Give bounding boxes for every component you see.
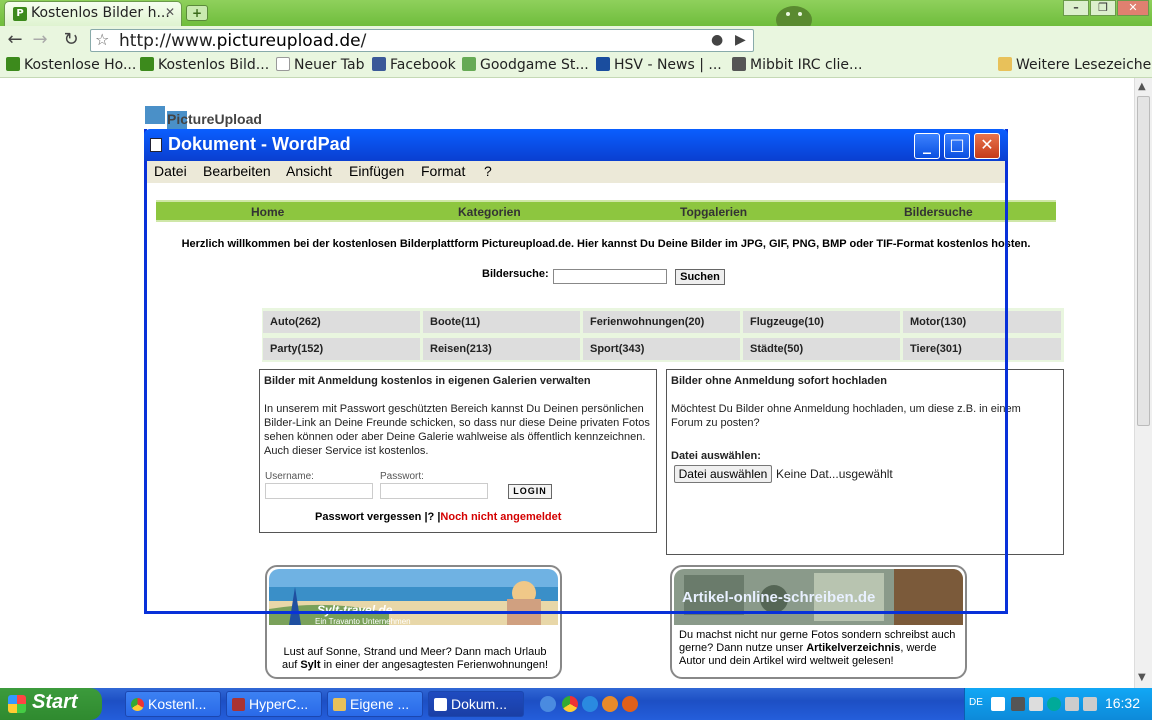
- menu-bearbeiten[interactable]: Bearbeiten: [203, 163, 271, 179]
- sylt-tagline: Ein Travanto Unternehmen: [315, 617, 411, 626]
- facebook-icon: [372, 57, 386, 71]
- taskbar-item-hypercam[interactable]: HyperC...: [226, 691, 322, 717]
- language-indicator[interactable]: DE: [969, 697, 983, 708]
- browser-tab-strip: P Kostenlos Bilder h... ✕ + – ❐ ✕: [0, 0, 1152, 26]
- quicklaunch-firefox-icon[interactable]: [622, 696, 638, 712]
- tab-title: Kostenlos Bilder h...: [31, 5, 170, 21]
- menu-format[interactable]: Format: [421, 163, 465, 179]
- bookmark-item[interactable]: Mibbit IRC clie...: [732, 57, 862, 73]
- menu-help[interactable]: ?: [484, 163, 492, 179]
- bookmark-item[interactable]: Kostenlose Ho...: [6, 57, 136, 73]
- system-tray: DE 16:32: [964, 688, 1152, 720]
- wordpad-titlebar[interactable]: Dokument - WordPad _ □ ✕: [144, 129, 1008, 161]
- reload-icon[interactable]: ↻: [60, 29, 82, 51]
- chrome-icon: [131, 698, 144, 711]
- new-tab-button[interactable]: +: [186, 5, 208, 21]
- site-logo[interactable]: PictureUpload: [145, 106, 262, 129]
- tab-close-icon[interactable]: ✕: [165, 5, 175, 19]
- go-icon[interactable]: ▶: [735, 32, 746, 48]
- scroll-thumb[interactable]: [1137, 96, 1150, 426]
- menu-datei[interactable]: Datei: [154, 163, 187, 179]
- folder-icon: [998, 57, 1012, 71]
- page-icon: [276, 57, 290, 71]
- window-maximize-button[interactable]: ❐: [1090, 0, 1116, 16]
- taskbar-item-explorer[interactable]: Eigene ...: [327, 691, 423, 717]
- bookmark-favicon-icon: [6, 57, 20, 71]
- sylt-ad-text: Lust auf Sonne, Strand und Meer? Dann ma…: [281, 646, 549, 671]
- taskbar-item-wordpad[interactable]: Dokum...: [428, 691, 524, 717]
- wordpad-icon: [150, 138, 162, 152]
- window-close-button[interactable]: ✕: [1117, 0, 1149, 16]
- bookmark-item[interactable]: Neuer Tab: [276, 57, 364, 73]
- wordpad-minimize-button[interactable]: _: [914, 133, 940, 159]
- menu-einfuegen[interactable]: Einfügen: [349, 163, 404, 179]
- menu-ansicht[interactable]: Ansicht: [286, 163, 332, 179]
- bookmark-star-icon[interactable]: ☆: [95, 30, 109, 49]
- windows-flag-icon: [8, 695, 26, 713]
- scroll-up-icon[interactable]: ▲: [1138, 81, 1146, 92]
- other-bookmarks[interactable]: Weitere Lesezeichen: [998, 57, 1152, 73]
- taskbar-item-chrome[interactable]: Kostenl...: [125, 691, 221, 717]
- bookmarks-bar: Kostenlose Ho... Kostenlos Bild... Neuer…: [0, 54, 1152, 78]
- logo-icon: [145, 106, 165, 124]
- hsv-icon: [596, 57, 610, 71]
- folder-icon: [333, 698, 346, 711]
- start-button[interactable]: Start: [0, 688, 102, 720]
- clock: 16:32: [1104, 695, 1140, 711]
- android-icon: [776, 6, 812, 26]
- back-icon[interactable]: ←: [4, 29, 26, 51]
- taskbar: Start Kostenl... HyperC... Eigene ... Do…: [0, 688, 1152, 720]
- vertical-scrollbar[interactable]: ▲ ▼: [1134, 78, 1152, 688]
- bookmark-favicon-icon: [462, 57, 476, 71]
- quicklaunch-icon[interactable]: [540, 696, 556, 712]
- forward-icon[interactable]: →: [29, 29, 51, 51]
- wordpad-title: Dokument - WordPad: [168, 134, 351, 154]
- site-favicon-icon: P: [13, 7, 27, 21]
- bookmark-favicon-icon: [140, 57, 154, 71]
- quicklaunch-ie-icon[interactable]: [582, 696, 598, 712]
- url-text: http://www.pictureupload.de/: [119, 31, 367, 51]
- window-minimize-button[interactable]: –: [1063, 0, 1089, 16]
- wordpad-icon: [434, 698, 447, 711]
- hypercam-icon: [232, 698, 245, 711]
- key-icon[interactable]: ●: [711, 32, 723, 48]
- quicklaunch-media-icon[interactable]: [602, 696, 618, 712]
- mibbit-icon: [732, 57, 746, 71]
- scroll-down-icon[interactable]: ▼: [1138, 672, 1146, 683]
- volume-icon[interactable]: [1065, 697, 1079, 711]
- bookmark-item[interactable]: HSV - News | ...: [596, 57, 722, 73]
- address-bar[interactable]: ☆ http://www.pictureupload.de/ ● ▶: [90, 29, 754, 52]
- network-icon[interactable]: [1029, 697, 1043, 711]
- help-icon[interactable]: [991, 697, 1005, 711]
- artikel-ad-text: Du machst nicht nur gerne Fotos sondern …: [679, 629, 956, 667]
- screen: P Kostenlos Bilder h... ✕ + – ❐ ✕ ← → ↻ …: [0, 0, 1152, 720]
- quicklaunch-chrome-icon[interactable]: [562, 696, 578, 712]
- bookmark-item[interactable]: Facebook: [372, 57, 456, 73]
- tray-icon[interactable]: [1083, 697, 1097, 711]
- wordpad-menubar: Datei Bearbeiten Ansicht Einfügen Format…: [147, 161, 1005, 183]
- browser-toolbar: ← → ↻ ☆ http://www.pictureupload.de/ ● ▶…: [0, 26, 1152, 77]
- security-icon[interactable]: [1047, 697, 1061, 711]
- bookmark-item[interactable]: Goodgame St...: [462, 57, 589, 73]
- tray-icon[interactable]: [1011, 697, 1025, 711]
- wordpad-maximize-button[interactable]: □: [944, 133, 970, 159]
- wordpad-close-button[interactable]: ✕: [974, 133, 1000, 159]
- wordpad-window: Dokument - WordPad _ □ ✕ Datei Bearbeite…: [144, 129, 1008, 614]
- bookmark-item[interactable]: Kostenlos Bild...: [140, 57, 269, 73]
- browser-tab[interactable]: P Kostenlos Bilder h... ✕: [4, 1, 182, 26]
